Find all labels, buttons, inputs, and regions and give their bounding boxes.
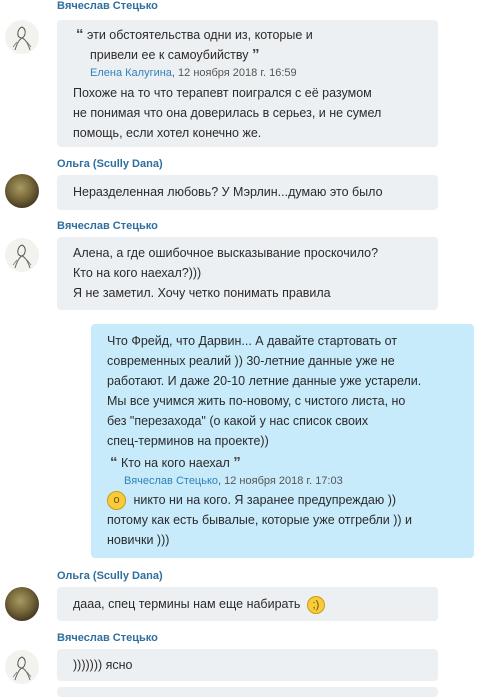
message-bubble[interactable]: Алена, а где ошибочное высказывание прос… — [57, 237, 438, 310]
message-text: Мы все учимся жить по-новому, с чистого … — [107, 394, 406, 408]
avatar[interactable] — [5, 650, 39, 684]
sender-name[interactable]: Ольга (Scully Dana) — [57, 158, 163, 170]
sender-name[interactable]: Вячеслав Стецько — [57, 0, 158, 12]
quote-timestamp: 12 ноября 2018 г. 17:03 — [224, 475, 343, 487]
avatar[interactable] — [5, 174, 39, 208]
message-bubble-partial[interactable] — [57, 687, 438, 697]
quote-timestamp: 12 ноября 2018 г. 16:59 — [178, 67, 297, 79]
quote-text: привели ее к самоубийству — [90, 48, 249, 62]
avatar[interactable] — [5, 587, 39, 621]
message-text: потому как есть бывалые, которые уже отг… — [107, 513, 412, 528]
message-text: спец-терминов на проекте)) — [107, 434, 269, 448]
message-text: без "перезахода" (о какой у нас список с… — [107, 414, 369, 428]
quote-block: “ эти обстоятельства одни из, которые и … — [76, 26, 313, 79]
quote-author[interactable]: Вячеслав Стецько — [124, 475, 218, 487]
quote-text: Кто на кого наехал — [120, 456, 230, 470]
message-text: Я не заметил. Хочу четко понимать правил… — [73, 286, 331, 300]
quote-block: “ Кто на кого наехал ” Вячеслав Стецько,… — [110, 454, 343, 487]
message-text: Похоже на то что терапевт поигрался с её… — [73, 86, 372, 100]
quote-open-icon: “ — [76, 26, 84, 43]
message-bubble-outgoing[interactable]: Что Фрейд, что Дарвин... А давайте старт… — [91, 324, 474, 558]
message-text: новички ))) — [107, 533, 170, 548]
message-text: Неразделенная любовь? У Мэрлин...думаю э… — [73, 185, 383, 199]
message-bubble[interactable]: ))))))) ясно — [57, 649, 438, 681]
quote-author[interactable]: Елена Калугина — [90, 67, 172, 79]
surprised-emoji-icon: o — [107, 491, 126, 511]
quote-open-icon: “ — [110, 454, 118, 471]
sender-name[interactable]: Ольга (Scully Dana) — [57, 570, 163, 582]
sender-name[interactable]: Вячеслав Стецько — [57, 220, 158, 232]
quote-text: эти обстоятельства одни из, которые и — [86, 28, 313, 42]
message-text: дааа, спец термины нам еще набирать — [73, 597, 301, 611]
quote-close-icon: ” — [252, 46, 260, 63]
sender-name[interactable]: Вячеслав Стецько — [57, 632, 158, 644]
message-text: Кто на кого наехал?))) — [73, 266, 202, 280]
message-text: Алена, а где ошибочное высказывание прос… — [73, 246, 379, 260]
message-bubble[interactable]: “ эти обстоятельства одни из, которые и … — [57, 20, 438, 147]
message-text: Что Фрейд, что Дарвин... А давайте старт… — [107, 334, 398, 348]
message-text: ))))))) ясно — [73, 658, 133, 672]
wink-emoji-icon: ;) — [306, 595, 325, 614]
avatar[interactable] — [5, 238, 39, 272]
quote-close-icon: ” — [233, 454, 241, 471]
message-text: современных реалий )) 30-летние данные у… — [107, 354, 395, 368]
avatar[interactable] — [5, 20, 39, 54]
message-text: работают. И даже 20-10 летние данные уже… — [107, 374, 422, 388]
message-text: помощь, если хотел конечно же. — [73, 126, 262, 140]
message-bubble[interactable]: Неразделенная любовь? У Мэрлин...думаю э… — [57, 175, 438, 210]
message-text: никто ни на кого. Я заранее предупреждаю… — [133, 493, 397, 507]
message-text: не понимая что она доверилась в серьез, … — [73, 106, 382, 120]
message-bubble[interactable]: дааа, спец термины нам еще набирать ;) — [57, 587, 438, 621]
